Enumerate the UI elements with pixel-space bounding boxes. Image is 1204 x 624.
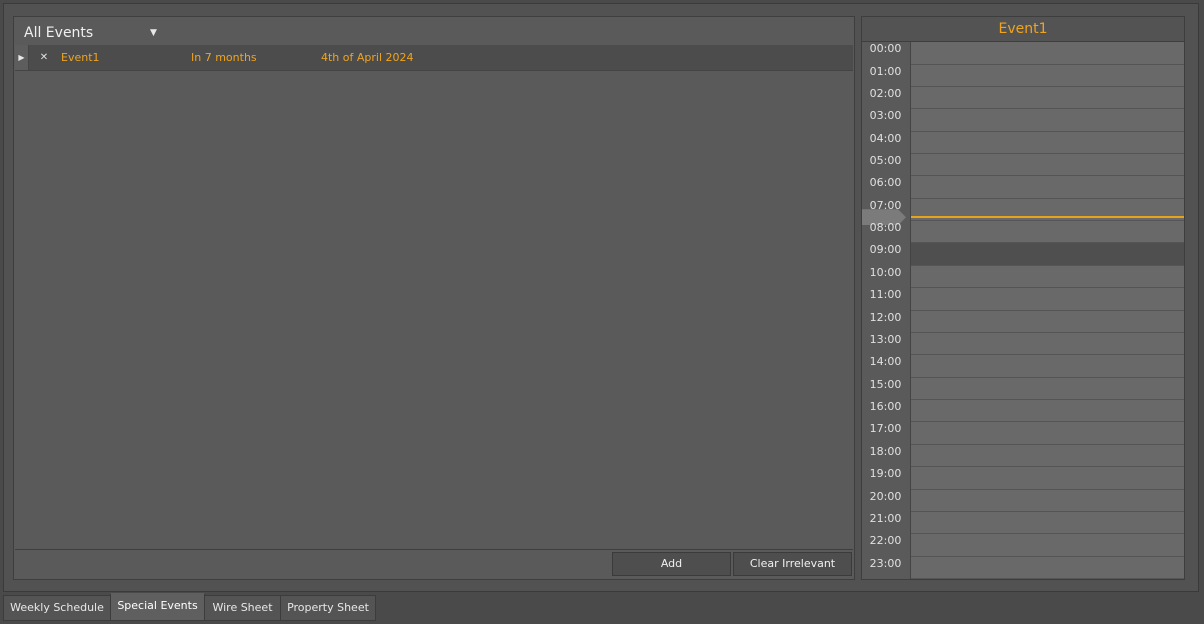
current-time-line bbox=[911, 216, 1184, 219]
time-slot[interactable] bbox=[911, 377, 1184, 401]
time-slot[interactable] bbox=[911, 265, 1184, 289]
hour-label: 22:00 bbox=[869, 534, 902, 548]
clear-irrelevant-button[interactable]: Clear Irrelevant bbox=[733, 552, 852, 576]
tab-property-sheet[interactable]: Property Sheet bbox=[280, 595, 376, 621]
hour-label: 19:00 bbox=[869, 467, 902, 481]
hour-label: 16:00 bbox=[869, 400, 902, 414]
hour-label: 02:00 bbox=[869, 86, 902, 100]
tab-special-events[interactable]: Special Events bbox=[110, 593, 205, 621]
time-slot[interactable] bbox=[911, 86, 1184, 110]
hour-label: 08:00 bbox=[869, 221, 902, 235]
hour-label: 04:00 bbox=[869, 131, 902, 145]
time-slot[interactable] bbox=[911, 109, 1184, 132]
time-slot[interactable] bbox=[911, 131, 1184, 154]
tab-wire-sheet[interactable]: Wire Sheet bbox=[204, 595, 281, 621]
time-slot[interactable] bbox=[911, 556, 1184, 579]
hour-label: 14:00 bbox=[869, 355, 902, 369]
time-slot[interactable] bbox=[911, 467, 1184, 490]
day-timeline[interactable]: 00:00 01:00 02:00 03:00 04:00 05:00 06:00 07:00… bbox=[862, 42, 1184, 579]
tab-weekly-schedule[interactable]: Weekly Schedule bbox=[3, 595, 111, 621]
event-filter-label: All Events bbox=[24, 25, 94, 41]
hour-label: 11:00 bbox=[869, 288, 902, 302]
hour-label: 13:00 bbox=[869, 332, 902, 346]
time-slot[interactable] bbox=[911, 332, 1184, 356]
event-name: Event1 bbox=[61, 51, 100, 64]
event-date: 4th of April 2024 bbox=[321, 51, 414, 64]
time-slot[interactable] bbox=[911, 221, 1184, 244]
hour-label: 01:00 bbox=[869, 64, 902, 78]
time-slot[interactable] bbox=[911, 42, 1184, 65]
time-slot[interactable] bbox=[911, 444, 1184, 468]
event-filter-dropdown[interactable]: All Events ▼ bbox=[24, 23, 157, 43]
events-panel: All Events ▼ ▶ ✕ Event1 In 7 months 4th … bbox=[13, 16, 855, 580]
hour-label: 07:00 bbox=[869, 198, 902, 212]
hour-label: 23:00 bbox=[869, 556, 902, 570]
time-slot[interactable] bbox=[911, 355, 1184, 378]
time-slot[interactable] bbox=[911, 243, 1184, 266]
time-slot[interactable] bbox=[911, 511, 1184, 535]
hour-label: 00:00 bbox=[869, 42, 902, 55]
hour-label: 21:00 bbox=[869, 511, 902, 525]
button-bar: Add Clear Irrelevant bbox=[15, 550, 853, 578]
time-slot[interactable] bbox=[911, 176, 1184, 199]
event-relative-time: In 7 months bbox=[191, 51, 257, 64]
hour-label: 06:00 bbox=[869, 176, 902, 190]
hour-label: 05:00 bbox=[869, 153, 902, 167]
event-list: ▶ ✕ Event1 In 7 months 4th of April 2024 bbox=[15, 45, 853, 550]
close-icon[interactable]: ✕ bbox=[37, 45, 51, 70]
hour-label: 12:00 bbox=[869, 310, 902, 324]
time-slot[interactable] bbox=[911, 310, 1184, 333]
add-button[interactable]: Add bbox=[612, 552, 731, 576]
hour-label: 18:00 bbox=[869, 444, 902, 458]
hour-label: 09:00 bbox=[869, 243, 902, 257]
chevron-down-icon: ▼ bbox=[150, 28, 157, 38]
hour-label: 15:00 bbox=[869, 377, 902, 391]
hour-label: 17:00 bbox=[869, 422, 902, 436]
time-slot[interactable] bbox=[911, 534, 1184, 557]
time-slot[interactable] bbox=[911, 400, 1184, 423]
table-row[interactable]: ▶ ✕ Event1 In 7 months 4th of April 2024 bbox=[15, 45, 853, 71]
time-slot[interactable] bbox=[911, 64, 1184, 87]
hour-label: 20:00 bbox=[869, 489, 902, 503]
time-slot[interactable] bbox=[911, 153, 1184, 177]
expand-arrow-icon[interactable]: ▶ bbox=[15, 45, 29, 70]
hour-label: 03:00 bbox=[869, 109, 902, 123]
time-slot[interactable] bbox=[911, 422, 1184, 445]
hour-label: 10:00 bbox=[869, 265, 902, 279]
time-slot[interactable] bbox=[911, 288, 1184, 311]
event-detail-panel: Event1 00:00 01:00 02:00 03:00 04:00 05:00 06:… bbox=[861, 16, 1185, 580]
event-detail-title: Event1 bbox=[862, 17, 1184, 42]
time-slot[interactable] bbox=[911, 489, 1184, 512]
